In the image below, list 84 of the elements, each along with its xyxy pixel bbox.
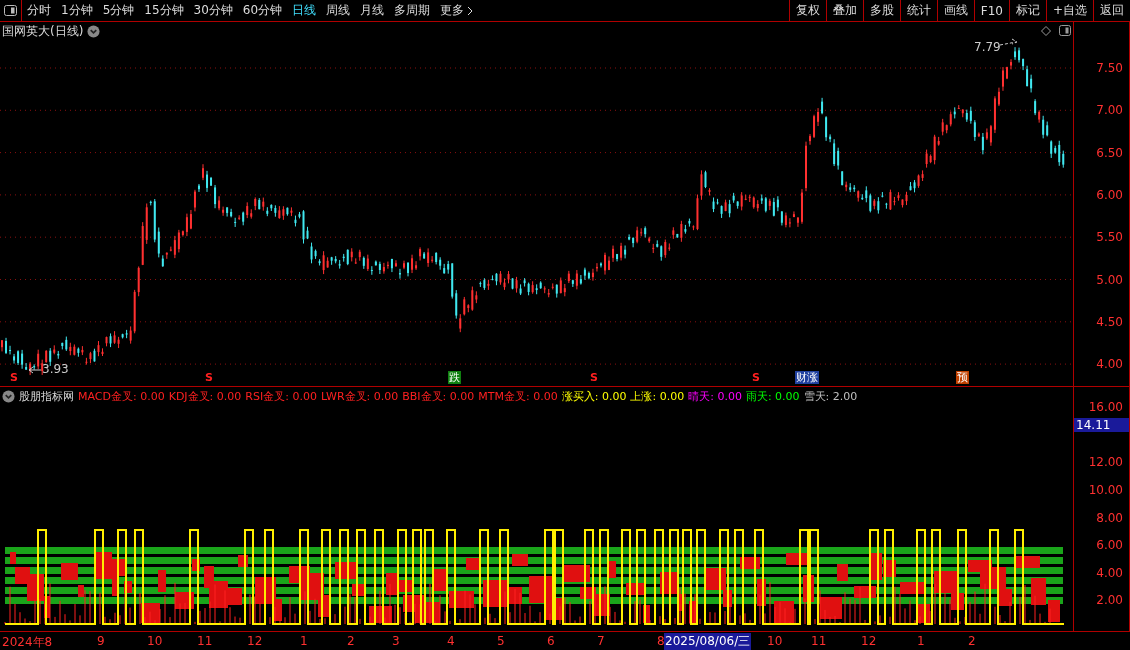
- toolbar-button[interactable]: F10: [973, 0, 1009, 21]
- indicator-axis-label: 14.11: [1074, 418, 1129, 432]
- price-axis-label: 4.00: [1096, 357, 1123, 372]
- date-label: 5: [497, 634, 505, 648]
- toolbar-button[interactable]: 复权: [788, 0, 826, 21]
- legend-item: 晴天: 0.00: [688, 389, 742, 404]
- period-tab[interactable]: 5分钟: [97, 0, 140, 21]
- date-label: 10: [767, 634, 783, 648]
- toolbar-button[interactable]: 标记: [1008, 0, 1046, 21]
- low-price-label: 3.93: [42, 362, 69, 376]
- indicator-axis-label: 16.00: [1088, 400, 1123, 414]
- legend-item: MACD金叉: 0.00: [78, 389, 165, 404]
- period-tab[interactable]: 15分钟: [139, 0, 189, 21]
- date-label: 12: [861, 634, 877, 648]
- period-tab[interactable]: 日线: [287, 0, 322, 21]
- price-axis-label: 6.50: [1096, 145, 1123, 160]
- indicator-axis-label: 2.00: [1096, 593, 1123, 607]
- legend-item: RSI金叉: 0.00: [245, 389, 317, 404]
- toolbar-button[interactable]: 画线: [936, 0, 974, 21]
- price-axis-label: 5.50: [1096, 230, 1123, 245]
- legend-item: LWR金叉: 0.00: [320, 389, 399, 404]
- period-tab[interactable]: 分时: [22, 0, 56, 21]
- period-tab[interactable]: 月线: [355, 0, 390, 21]
- panel-toggle-icon[interactable]: [4, 5, 17, 16]
- indicator-axis-label: 8.00: [1096, 511, 1123, 525]
- period-tab[interactable]: 多周期: [389, 0, 436, 21]
- date-label: 1: [917, 634, 925, 648]
- date-label: 8: [657, 634, 665, 648]
- legend-item: 上涨: 0.00: [630, 389, 685, 404]
- price-axis-label: 5.00: [1096, 272, 1123, 287]
- indicator-axis-label: 10.00: [1088, 483, 1123, 497]
- chevron-down-icon[interactable]: [2, 390, 15, 403]
- price-axis-label: 6.00: [1096, 187, 1123, 202]
- date-label: 2: [968, 634, 976, 648]
- price-axis-label: 4.50: [1096, 314, 1123, 329]
- indicator-name: 股朋指标网: [19, 389, 74, 404]
- legend-item: 雨天: 0.00: [745, 389, 800, 404]
- period-tab[interactable]: 更多: [435, 0, 479, 21]
- signal-marker: 跌: [448, 371, 461, 384]
- date-label: 10: [147, 634, 163, 648]
- date-label: 11: [197, 634, 213, 648]
- period-tab[interactable]: 30分钟: [188, 0, 238, 21]
- legend-item: MTM金叉: 0.00: [478, 389, 558, 404]
- toolbar-button[interactable]: 叠加: [825, 0, 863, 21]
- date-label: 9: [97, 634, 105, 648]
- indicator-axis-label: 12.00: [1088, 455, 1123, 469]
- arrow-icon: [28, 366, 42, 374]
- date-label: 11: [811, 634, 827, 648]
- legend-item: KDJ金叉: 0.00: [168, 389, 242, 404]
- toolbar-button[interactable]: 返回: [1093, 0, 1130, 21]
- toolbar-button[interactable]: 统计: [899, 0, 937, 21]
- date-label: 2024年8: [2, 634, 53, 650]
- date-label: 7: [597, 634, 605, 648]
- indicator-axis-label: 4.00: [1096, 566, 1123, 580]
- legend-item: 雪天: 2.00: [803, 389, 858, 404]
- price-axis-label: 7.00: [1096, 103, 1123, 118]
- date-label: 2: [347, 634, 355, 648]
- signal-marker: 预: [956, 371, 969, 384]
- toolbar-button[interactable]: 多股: [862, 0, 900, 21]
- price-axis-label: 7.50: [1096, 61, 1123, 75]
- chevron-right-icon: [467, 5, 474, 16]
- chevron-down-icon[interactable]: [87, 25, 101, 38]
- date-label: 2025/08/06/三: [664, 633, 752, 650]
- legend-item: 涨买入: 0.00: [561, 389, 627, 404]
- panel-toggle-icon[interactable]: [1059, 25, 1072, 36]
- signal-marker: S: [9, 371, 19, 384]
- signal-marker: S: [751, 371, 761, 384]
- legend-item: BBI金叉: 0.00: [402, 389, 475, 404]
- date-label: 3: [392, 634, 400, 648]
- signal-marker: S: [204, 371, 214, 384]
- date-label: 6: [547, 634, 555, 648]
- toolbar-button[interactable]: +自选: [1045, 0, 1093, 21]
- signal-marker: 财涨: [795, 371, 819, 384]
- date-label: 1: [300, 634, 308, 648]
- period-tab[interactable]: 周线: [321, 0, 356, 21]
- arrow-icon: [999, 38, 1018, 46]
- date-label: 4: [447, 634, 455, 648]
- date-label: 12: [247, 634, 263, 648]
- period-tab[interactable]: 1分钟: [56, 0, 98, 21]
- high-price-label: 7.79: [974, 40, 1001, 54]
- chart-title: 国网英大(日线): [2, 23, 84, 40]
- signal-marker: S: [589, 371, 599, 384]
- period-tab[interactable]: 60分钟: [237, 0, 288, 21]
- indicator-axis-label: 6.00: [1096, 538, 1123, 552]
